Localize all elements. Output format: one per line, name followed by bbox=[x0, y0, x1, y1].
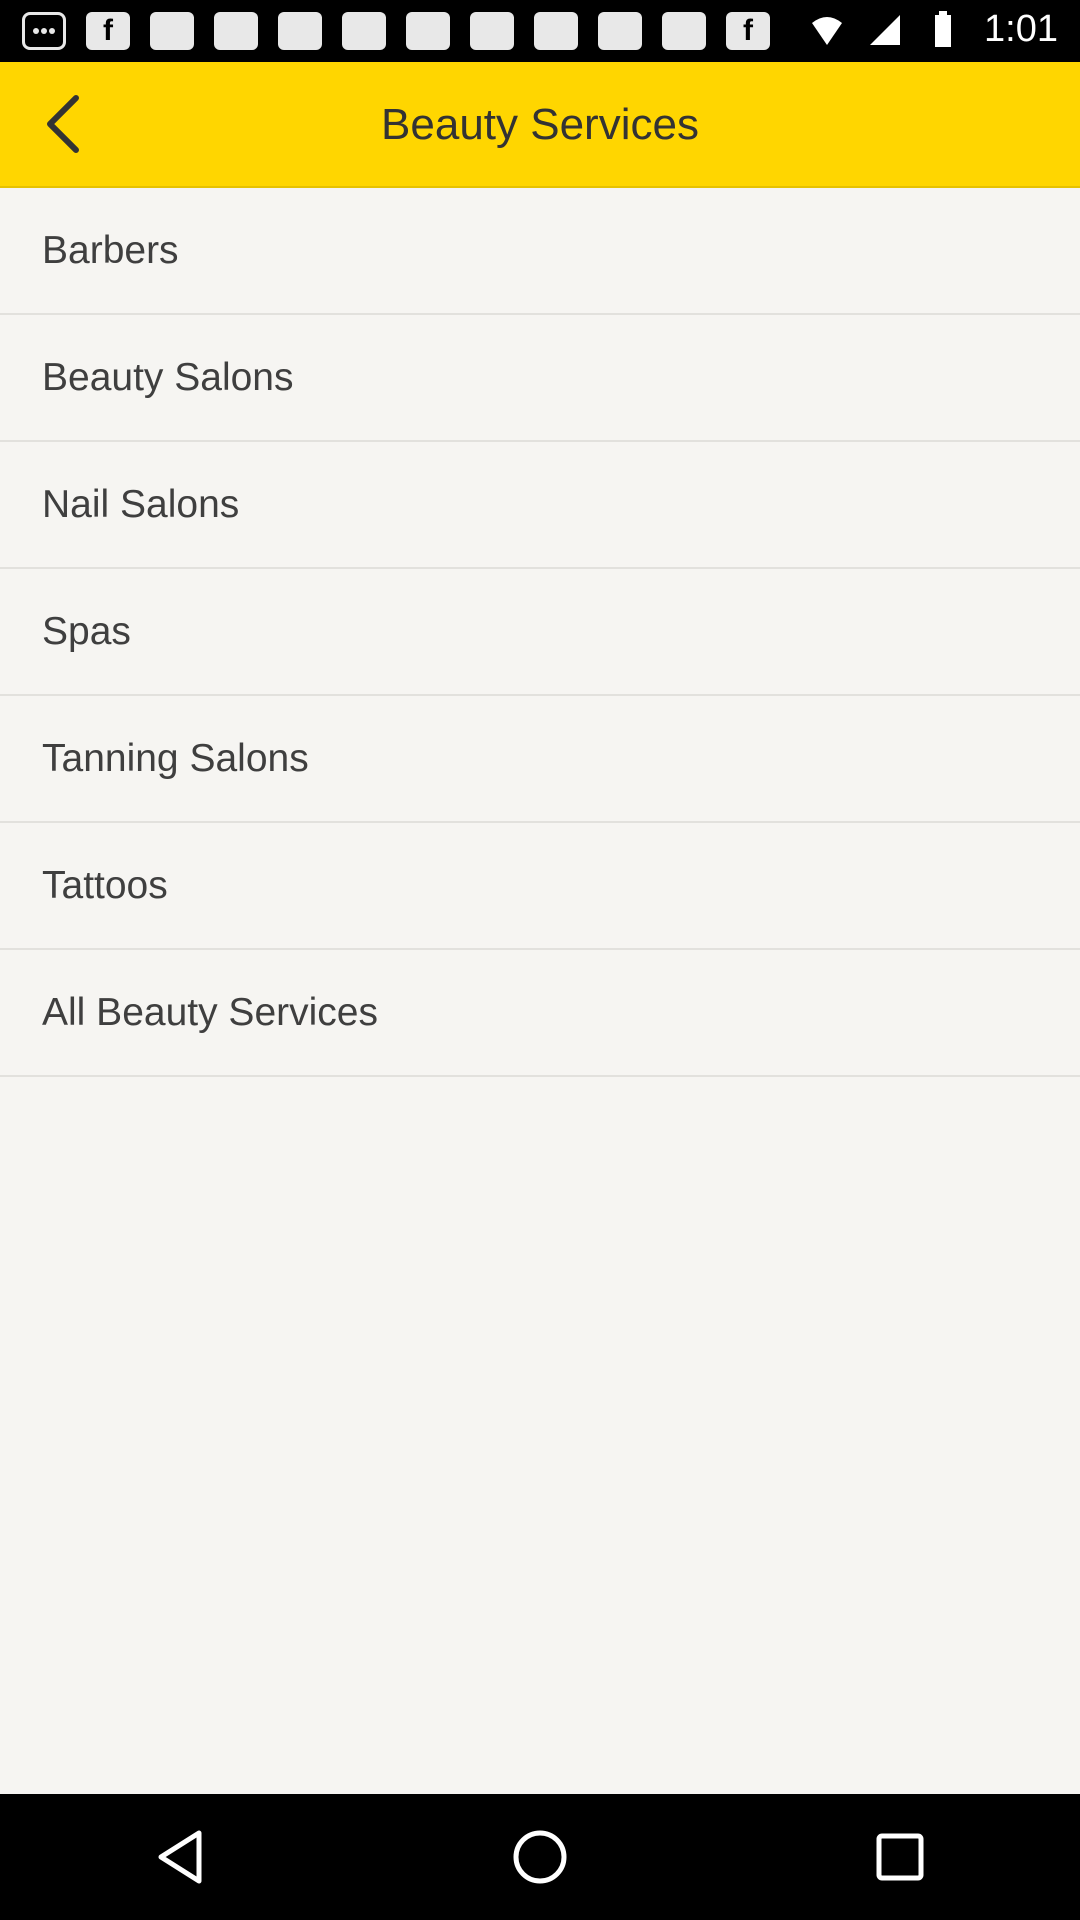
nav-home-button[interactable] bbox=[490, 1807, 590, 1907]
status-right: 1:01 bbox=[810, 8, 1058, 51]
list-item-label: Tanning Salons bbox=[42, 736, 309, 780]
back-button[interactable] bbox=[24, 84, 104, 164]
chevron-left-icon bbox=[47, 95, 79, 153]
status-time: 1:01 bbox=[984, 8, 1058, 50]
recents-square-icon bbox=[876, 1833, 924, 1881]
list-item-tattoos[interactable]: Tattoos bbox=[0, 823, 1080, 950]
list-item-tanning-salons[interactable]: Tanning Salons bbox=[0, 696, 1080, 823]
page-title: Beauty Services bbox=[381, 100, 699, 149]
signal-icon bbox=[870, 14, 901, 45]
list-item-label: Beauty Salons bbox=[42, 355, 294, 399]
status-bar: f f 1:01 bbox=[0, 0, 1080, 62]
list-item-label: Spas bbox=[42, 609, 131, 653]
list-item-beauty-salons[interactable]: Beauty Salons bbox=[0, 315, 1080, 442]
image-icon bbox=[598, 12, 642, 50]
list-item-label: All Beauty Services bbox=[42, 990, 378, 1034]
image-icon bbox=[534, 12, 578, 50]
list-item-nail-salons[interactable]: Nail Salons bbox=[0, 442, 1080, 569]
image-icon bbox=[214, 12, 258, 50]
facebook-icon: f bbox=[726, 12, 770, 50]
app-bar: Beauty Services bbox=[0, 62, 1080, 188]
list-item-label: Nail Salons bbox=[42, 482, 240, 526]
image-icon bbox=[342, 12, 386, 50]
chat-icon bbox=[22, 12, 66, 50]
list-item-label: Barbers bbox=[42, 228, 179, 272]
system-nav-bar bbox=[0, 1794, 1080, 1920]
home-circle-icon bbox=[513, 1830, 567, 1884]
wifi-icon bbox=[812, 16, 843, 45]
notification-icons: f f bbox=[22, 12, 770, 50]
list-item-all-beauty-services[interactable]: All Beauty Services bbox=[0, 950, 1080, 1077]
facebook-icon: f bbox=[86, 12, 130, 50]
image-icon bbox=[150, 12, 194, 50]
nav-back-button[interactable] bbox=[130, 1807, 230, 1907]
image-icon bbox=[406, 12, 450, 50]
battery-icon bbox=[935, 10, 952, 47]
nav-recents-button[interactable] bbox=[850, 1807, 950, 1907]
list-item-label: Tattoos bbox=[42, 863, 168, 907]
image-icon bbox=[470, 12, 514, 50]
service-list: Barbers Beauty Salons Nail Salons Spas T… bbox=[0, 188, 1080, 1794]
back-triangle-icon bbox=[158, 1830, 202, 1884]
list-item-spas[interactable]: Spas bbox=[0, 569, 1080, 696]
list-item-barbers[interactable]: Barbers bbox=[0, 188, 1080, 315]
image-icon bbox=[662, 12, 706, 50]
image-icon bbox=[278, 12, 322, 50]
